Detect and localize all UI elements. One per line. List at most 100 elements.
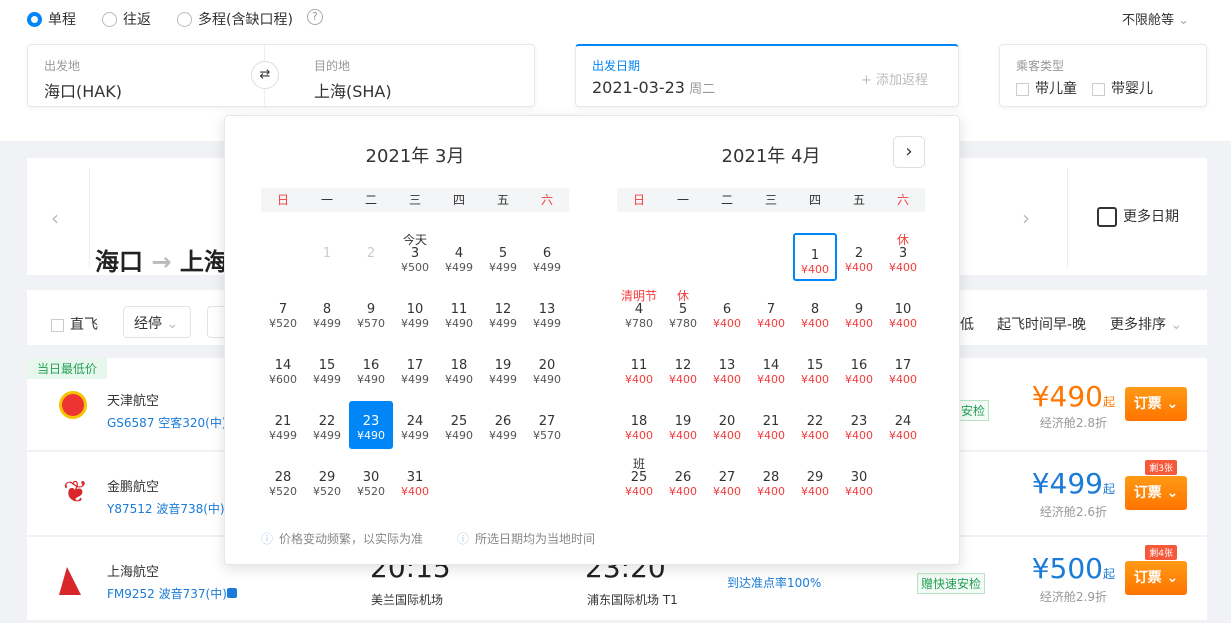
more-sort-dropdown[interactable]: 更多排序 ⌄ [1110, 314, 1182, 334]
next-chevron-icon[interactable]: › [1022, 206, 1030, 230]
cabin-select[interactable]: 不限舱等 ⌄ [1122, 9, 1189, 28]
prev-chevron-icon[interactable]: ‹ [51, 206, 59, 230]
day-number: 3 [898, 246, 908, 261]
trip-type-oneway[interactable]: 单程 [27, 9, 76, 29]
calendar-day[interactable]: 21 ¥400 [749, 401, 793, 449]
calendar-day[interactable]: 15 ¥400 [793, 345, 837, 393]
day-price: ¥400 [669, 429, 697, 442]
from-field[interactable]: 出发地 海口(HAK) [44, 57, 122, 102]
book-button[interactable]: 订票 ⌄ [1125, 561, 1187, 595]
calendar-day[interactable]: 21 ¥499 [261, 401, 305, 449]
calendar-day[interactable]: 14 ¥400 [749, 345, 793, 393]
day-number: 25 [630, 470, 648, 485]
calendar-day[interactable]: 18 ¥400 [617, 401, 661, 449]
day-label [261, 289, 305, 303]
calendar-day[interactable]: 27 ¥570 [525, 401, 569, 449]
calendar-day[interactable]: 26 ¥499 [481, 401, 525, 449]
calendar-day[interactable]: 13 ¥400 [705, 345, 749, 393]
calendar-day[interactable]: 19 ¥499 [481, 345, 525, 393]
calendar-day[interactable]: 4 ¥499 [437, 233, 481, 281]
calendar-day[interactable]: 10 ¥400 [881, 289, 925, 337]
calendar-day[interactable]: 26 ¥400 [661, 457, 705, 505]
infant-checkbox[interactable]: 带婴儿 [1092, 78, 1153, 98]
flight-number[interactable]: GS6587 空客320(中) [107, 414, 227, 431]
book-button[interactable]: 订票 ⌄ [1125, 387, 1187, 421]
calendar-day[interactable]: 6 ¥400 [705, 289, 749, 337]
calendar-day[interactable]: 7 ¥400 [749, 289, 793, 337]
calendar-day[interactable]: 8 ¥400 [793, 289, 837, 337]
calendar-day[interactable]: 20 ¥400 [705, 401, 749, 449]
calendar-day[interactable]: 16 ¥400 [837, 345, 881, 393]
calendar-day[interactable]: 12 ¥499 [481, 289, 525, 337]
calendar-day[interactable]: 20 ¥490 [525, 345, 569, 393]
calendar-day[interactable]: 7 ¥520 [261, 289, 305, 337]
calendar-day[interactable]: 13 ¥499 [525, 289, 569, 337]
ontime-rate[interactable]: 到达准点率100% [727, 574, 821, 591]
calendar-day[interactable]: 25 ¥490 [437, 401, 481, 449]
calendar-day[interactable]: 18 ¥490 [437, 345, 481, 393]
calendar-day[interactable]: 5 ¥499 [481, 233, 525, 281]
sort-price[interactable]: 低 [960, 314, 974, 334]
calendar-day[interactable]: 27 ¥400 [705, 457, 749, 505]
calendar-day[interactable]: 14 ¥600 [261, 345, 305, 393]
to-field[interactable]: 目的地 上海(SHA) [314, 57, 392, 102]
calendar-day[interactable]: 23 ¥490 [349, 401, 393, 449]
calendar-day[interactable]: 班 25 ¥400 [617, 457, 661, 505]
calendar-day[interactable]: 15 ¥499 [305, 345, 349, 393]
calendar-day[interactable]: 23 ¥400 [837, 401, 881, 449]
calendar-day[interactable]: 30 ¥520 [349, 457, 393, 505]
calendar-day[interactable]: 11 ¥490 [437, 289, 481, 337]
day-label [705, 401, 749, 415]
calendar-day[interactable]: 清明节 4 ¥780 [617, 289, 661, 337]
help-icon[interactable]: ? [306, 9, 323, 25]
calendar-day[interactable]: 9 ¥400 [837, 289, 881, 337]
calendar-day[interactable]: 29 ¥400 [793, 457, 837, 505]
calendar-day[interactable]: 2 ¥400 [837, 233, 881, 281]
more-dates-button[interactable]: 更多日期 [1097, 206, 1179, 227]
calendar-day[interactable]: 12 ¥400 [661, 345, 705, 393]
calendar-day[interactable]: 10 ¥499 [393, 289, 437, 337]
calendar-day[interactable]: 22 ¥400 [793, 401, 837, 449]
calendar-day[interactable]: 17 ¥400 [881, 345, 925, 393]
day-number: 24 [894, 414, 912, 429]
calendar-day[interactable]: 9 ¥570 [349, 289, 393, 337]
calendar-day[interactable]: 24 ¥400 [881, 401, 925, 449]
calendar-day[interactable]: 24 ¥499 [393, 401, 437, 449]
calendar-day[interactable]: 11 ¥400 [617, 345, 661, 393]
calendar-day[interactable]: 29 ¥520 [305, 457, 349, 505]
calendar-day[interactable]: 31 ¥400 [393, 457, 437, 505]
calendar-day[interactable]: 休 3 ¥400 [881, 233, 925, 281]
calendar-day[interactable]: 休 5 ¥780 [661, 289, 705, 337]
weekday-header: 日一二三四五六 [617, 188, 925, 212]
calendar-day[interactable]: 28 ¥520 [261, 457, 305, 505]
calendar-day[interactable]: 6 ¥499 [525, 233, 569, 281]
calendar-day[interactable]: 22 ¥499 [305, 401, 349, 449]
date-field[interactable]: 出发日期 2021-03-23 周二 + 添加返程 [575, 44, 959, 107]
calendar-day[interactable]: 28 ¥400 [749, 457, 793, 505]
child-checkbox[interactable]: 带儿童 [1016, 78, 1077, 98]
calendar-day[interactable]: 16 ¥490 [349, 345, 393, 393]
calendar-day[interactable]: 1 ¥400 [793, 233, 837, 281]
add-return-button[interactable]: + 添加返程 [861, 69, 928, 88]
calendar-day[interactable]: 8 ¥499 [305, 289, 349, 337]
next-month-button[interactable]: › [893, 136, 925, 168]
play-icon[interactable] [227, 588, 237, 598]
weekday-label: 日 [632, 193, 645, 207]
calendar-day[interactable]: 30 ¥400 [837, 457, 881, 505]
day-label [837, 457, 881, 471]
day-number: 11 [630, 358, 648, 373]
trip-type-multi[interactable]: 多程(含缺口程) [177, 9, 293, 29]
trip-type-roundtrip[interactable]: 往返 [102, 9, 151, 29]
book-button[interactable]: 订票 ⌄ [1125, 476, 1187, 510]
flight-number[interactable]: FM9252 波音737(中) [107, 585, 227, 602]
day-label [881, 401, 925, 415]
calendar-day[interactable]: 今天 3 ¥500 [393, 233, 437, 281]
calendar-day[interactable]: 19 ¥400 [661, 401, 705, 449]
swap-icon[interactable]: ⇄ [251, 61, 279, 89]
direct-checkbox[interactable]: 直飞 [51, 314, 98, 334]
flight-number[interactable]: Y87512 波音738(中) [107, 500, 225, 517]
calendar-day[interactable]: 17 ¥499 [393, 345, 437, 393]
day-number: 22 [806, 414, 824, 429]
sort-time[interactable]: 起飞时间早-晚 [997, 314, 1086, 334]
stops-dropdown[interactable]: 经停 ⌄ [123, 306, 191, 338]
